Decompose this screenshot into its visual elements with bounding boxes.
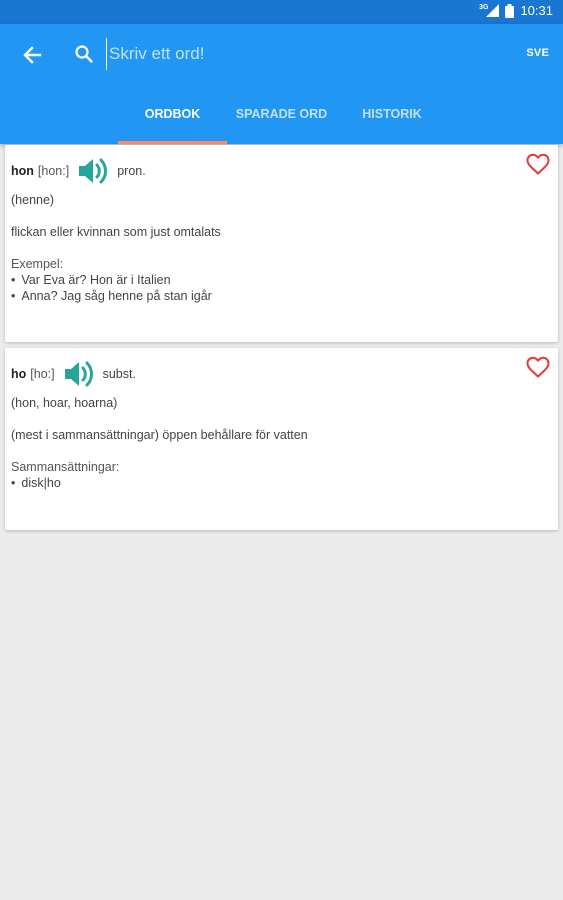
part-of-speech: subst. (102, 367, 136, 381)
tab-sparade-ord[interactable]: SPARADE ORD (229, 94, 334, 144)
tab-label: SPARADE ORD (235, 107, 328, 121)
list-item: disk|ho (11, 476, 60, 490)
clock: 10:31 (520, 3, 553, 18)
speaker-icon[interactable] (63, 358, 97, 390)
entry-headline: hon [hon:] pron. (11, 155, 146, 187)
entry-card-hon: hon [hon:] pron. (henne) flickan eller k… (5, 145, 558, 342)
signal-icon (486, 4, 500, 17)
section-label: Sammansättningar: (11, 460, 120, 474)
list-item: Var Eva är? Hon är i Italien (11, 273, 170, 287)
section-label: Exempel: (11, 257, 64, 271)
entry-card-ho: ho [ho:] subst. (hon, hoar, hoarna) (mes… (5, 348, 558, 530)
entry-inflection: (hon, hoar, hoarna) (11, 396, 118, 410)
entry-definition: (mest i sammansättningar) öppen behållar… (11, 428, 308, 442)
search-input[interactable] (106, 38, 486, 70)
entry-pronunciation: [ho:] (30, 367, 55, 381)
status-bar: 3G 10:31 (0, 0, 563, 24)
speaker-icon[interactable] (77, 155, 111, 187)
back-arrow-icon[interactable] (18, 41, 46, 69)
entry-pronunciation: [hon:] (37, 164, 70, 178)
tab-label: HISTORIK (362, 107, 422, 121)
battery-icon (505, 3, 515, 18)
tab-label: ORDBOK (144, 107, 201, 121)
tab-historik[interactable]: HISTORIK (352, 94, 432, 144)
entry-definition: flickan eller kvinnan som just omtalats (11, 225, 221, 239)
entry-headline: ho [ho:] subst. (11, 358, 136, 390)
app-bar: SVE ORDBOK SPARADE ORD HISTORIK (0, 24, 563, 144)
tab-bar: ORDBOK SPARADE ORD HISTORIK (0, 94, 563, 144)
entry-inflection: (henne) (11, 193, 55, 207)
tab-ordbok[interactable]: ORDBOK (118, 94, 227, 144)
entry-word: ho (11, 367, 27, 381)
entry-word: hon (11, 164, 34, 178)
favorite-heart-icon[interactable] (526, 356, 550, 378)
search-icon (75, 45, 93, 63)
part-of-speech: pron. (117, 164, 146, 178)
list-item: Anna? Jag såg henne på stan igår (11, 289, 211, 303)
language-selector[interactable]: SVE (526, 47, 549, 59)
tab-indicator (118, 141, 227, 144)
favorite-heart-icon[interactable] (526, 153, 550, 175)
